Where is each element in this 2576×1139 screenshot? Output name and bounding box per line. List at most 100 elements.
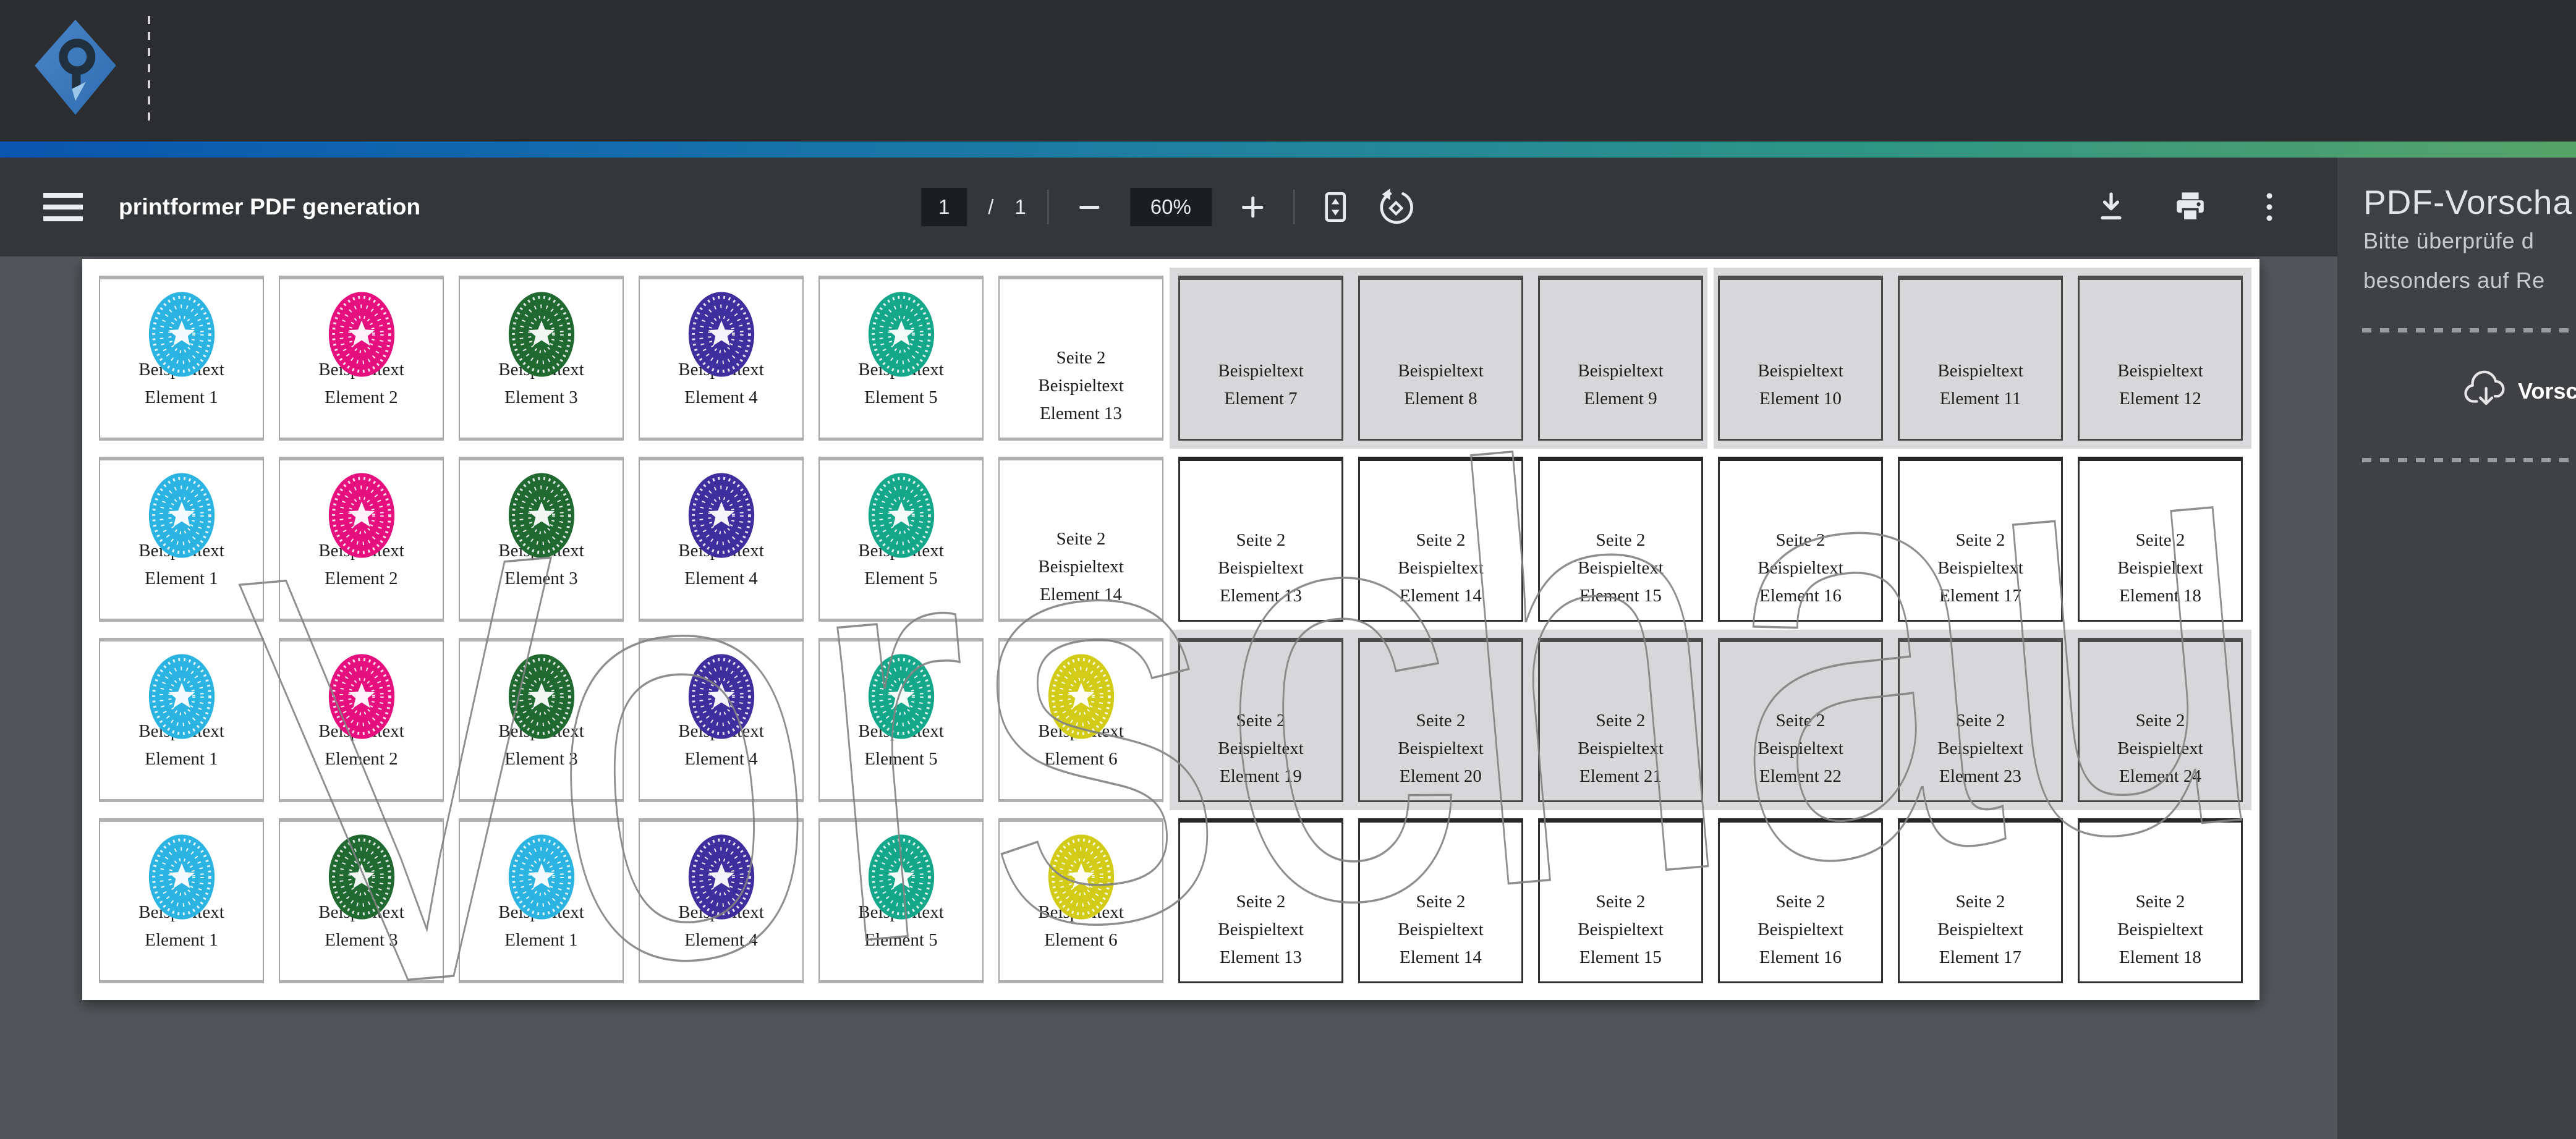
label-card: BeispieltextElement 8: [1358, 276, 1523, 441]
card-text-line: Element 13: [1218, 944, 1304, 972]
zoom-in-button[interactable]: [1233, 187, 1272, 227]
card-text: Seite 2BeispieltextElement 24: [2117, 707, 2203, 790]
pdf-viewport[interactable]: BeispieltextElement 1BeispieltextElement…: [0, 256, 2337, 1139]
card-text-line: Element 16: [1758, 944, 1843, 972]
card-text-line: Element 9: [1578, 385, 1664, 413]
card-text-line: Element 1: [138, 384, 224, 412]
label-card: Seite 2BeispieltextElement 23: [1898, 638, 2063, 803]
card-text-line: Element 1: [138, 565, 224, 593]
card-text-line: Beispieltext: [1038, 553, 1124, 581]
card-text-line: Element 14: [1038, 581, 1124, 609]
toolbar-divider: [1047, 190, 1048, 224]
card-text-line: Seite 2: [1398, 707, 1484, 735]
ornament-rosette-icon: [686, 470, 757, 564]
card-text-line: Element 18: [2117, 582, 2203, 610]
label-card: BeispieltextElement 1: [99, 276, 264, 441]
page-number-input[interactable]: 1: [921, 188, 967, 226]
card-text-line: Element 16: [1758, 582, 1843, 610]
label-card: Seite 2BeispieltextElement 13: [998, 276, 1163, 441]
card-text-line: Element 11: [1937, 385, 2023, 413]
label-card: BeispieltextElement 2: [279, 276, 444, 441]
card-text: Seite 2BeispieltextElement 13: [1218, 527, 1304, 610]
card-text: Seite 2BeispieltextElement 23: [1937, 707, 2023, 790]
menu-icon[interactable]: [43, 193, 83, 221]
more-options-button[interactable]: [2250, 187, 2289, 227]
card-text: Seite 2BeispieltextElement 16: [1758, 527, 1843, 610]
label-card: BeispieltextElement 6: [998, 818, 1163, 983]
label-card: BeispieltextElement 4: [639, 276, 804, 441]
card-text-line: Element 13: [1218, 582, 1304, 610]
download-preview-button[interactable]: Vorsc: [2463, 370, 2576, 412]
pdf-page: BeispieltextElement 1BeispieltextElement…: [82, 259, 2259, 1000]
zoom-out-button[interactable]: [1069, 187, 1109, 227]
card-text-line: Element 1: [498, 926, 584, 954]
card-text-line: Element 13: [1038, 400, 1124, 428]
card-text-line: Element 8: [1398, 385, 1484, 413]
ornament-rosette-icon: [865, 832, 937, 925]
fit-to-page-button[interactable]: [1316, 187, 1355, 227]
ornament-rosette-icon: [506, 289, 577, 383]
card-text-line: Element 6: [1038, 745, 1124, 773]
top-app-bar: [0, 0, 2576, 142]
label-card: BeispieltextElement 12: [2078, 276, 2243, 441]
zoom-level-input[interactable]: 60%: [1130, 188, 1212, 226]
label-card: Seite 2BeispieltextElement 14: [1358, 818, 1523, 983]
card-text-line: Beispieltext: [1038, 372, 1124, 400]
label-card: Seite 2BeispieltextElement 16: [1718, 457, 1883, 622]
card-text-line: Seite 2: [1937, 707, 2023, 735]
card-text-line: Element 20: [1398, 763, 1484, 790]
ornament-rosette-icon: [686, 289, 757, 383]
card-text-line: Beispieltext: [1758, 916, 1843, 944]
label-grid: BeispieltextElement 1BeispieltextElement…: [99, 276, 2243, 983]
card-text: BeispieltextElement 9: [1578, 357, 1664, 413]
card-text: Seite 2BeispieltextElement 16: [1758, 888, 1843, 972]
card-text: Seite 2BeispieltextElement 19: [1218, 707, 1304, 790]
label-card: Seite 2BeispieltextElement 16: [1718, 818, 1883, 983]
card-text: Seite 2BeispieltextElement 13: [1038, 344, 1124, 428]
card-text-line: Beispieltext: [1218, 357, 1304, 385]
card-text-line: Element 12: [2117, 385, 2203, 413]
label-card: BeispieltextElement 3: [459, 638, 624, 803]
label-card: BeispieltextElement 4: [639, 638, 804, 803]
card-text-line: Element 6: [1038, 926, 1124, 954]
card-text-line: Beispieltext: [1398, 554, 1484, 582]
panel-title: PDF-Vorscha: [2363, 182, 2572, 222]
ornament-rosette-icon: [686, 651, 757, 745]
label-card: BeispieltextElement 1: [459, 818, 624, 983]
printformer-logo-icon: [32, 17, 119, 122]
card-text-line: Element 17: [1937, 582, 2023, 610]
card-text-line: Element 2: [318, 384, 404, 412]
card-text-line: Element 1: [138, 745, 224, 773]
label-card: Seite 2BeispieltextElement 24: [2078, 638, 2243, 803]
ornament-rosette-icon: [326, 289, 397, 383]
card-text-line: Element 23: [1937, 763, 2023, 790]
label-card: Seite 2BeispieltextElement 19: [1178, 638, 1343, 803]
card-text-line: Element 22: [1758, 763, 1843, 790]
card-text-line: Element 19: [1218, 763, 1304, 790]
rotate-button[interactable]: [1376, 187, 1416, 227]
card-text-line: Element 1: [138, 926, 224, 954]
label-card: BeispieltextElement 1: [99, 457, 264, 622]
label-card: Seite 2BeispieltextElement 15: [1538, 818, 1703, 983]
ornament-rosette-icon: [506, 832, 577, 925]
download-button[interactable]: [2091, 187, 2131, 227]
card-text-line: Element 14: [1398, 582, 1484, 610]
app-window: printformer PDF generation 1 / 1 60%: [0, 0, 2576, 1139]
card-text: Seite 2BeispieltextElement 15: [1578, 527, 1664, 610]
label-card: BeispieltextElement 5: [818, 276, 984, 441]
card-text-line: Element 3: [498, 565, 584, 593]
card-text: Seite 2BeispieltextElement 20: [1398, 707, 1484, 790]
card-text-line: Seite 2: [2117, 888, 2203, 916]
card-text-line: Seite 2: [1218, 527, 1304, 554]
page-row: BeispieltextElement 1BeispieltextElement…: [99, 457, 2243, 622]
page-separator: /: [988, 195, 993, 219]
label-card: Seite 2BeispieltextElement 18: [2078, 818, 2243, 983]
card-text-line: Element 4: [678, 926, 764, 954]
card-text-line: Beispieltext: [1937, 357, 2023, 385]
print-button[interactable]: [2170, 187, 2210, 227]
ornament-rosette-icon: [146, 470, 218, 564]
cloud-download-icon: [2463, 370, 2512, 412]
card-text-line: Beispieltext: [1758, 357, 1843, 385]
page-total: 1: [1014, 195, 1026, 219]
card-text-line: Element 15: [1578, 944, 1664, 972]
